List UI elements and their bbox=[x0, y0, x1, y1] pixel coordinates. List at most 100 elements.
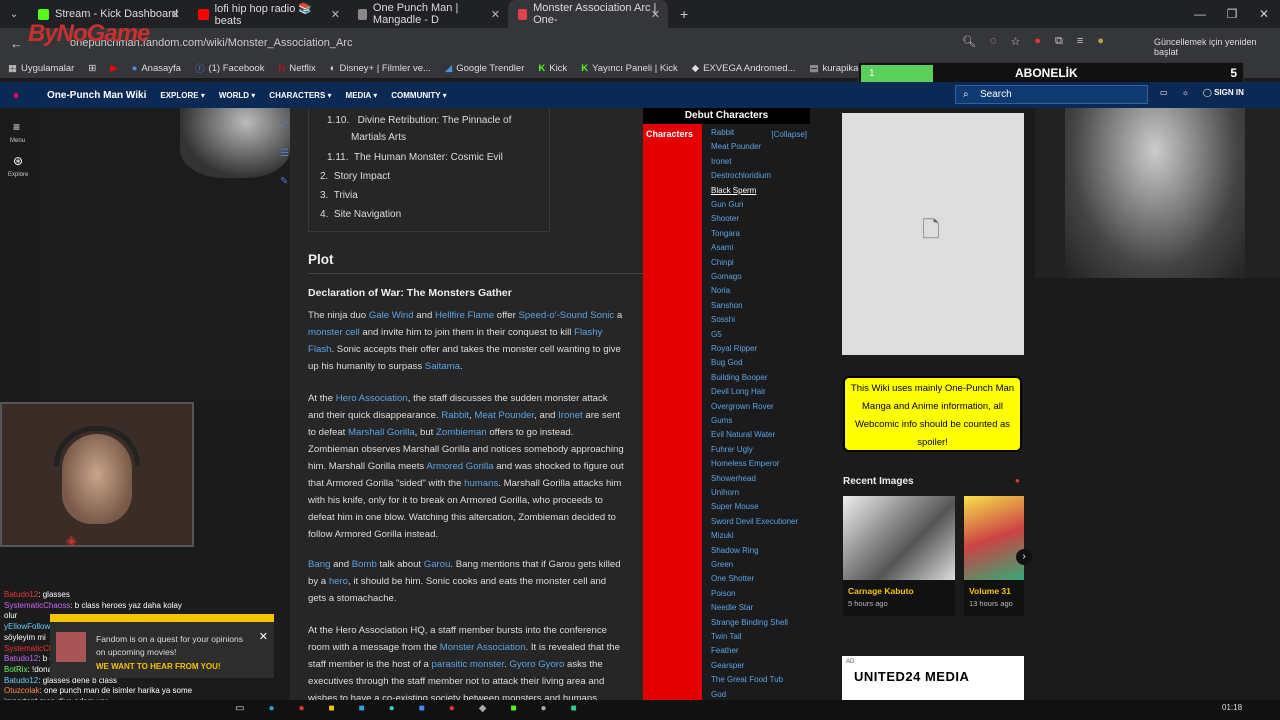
kick-icon[interactable]: ■ bbox=[510, 703, 516, 714]
toc-item[interactable]: 4. Site Navigation bbox=[320, 209, 401, 220]
navbox-character-link[interactable]: Gearsper bbox=[711, 661, 744, 670]
wiki-link[interactable]: hero bbox=[329, 576, 348, 587]
popup-close-icon[interactable]: ✕ bbox=[259, 630, 268, 643]
store-icon[interactable]: ■ bbox=[359, 703, 365, 714]
maximize-icon[interactable]: ❐ bbox=[1216, 0, 1248, 28]
navbox-character-link[interactable]: The Great Food Tub bbox=[711, 675, 783, 684]
recent-image-thumb[interactable] bbox=[843, 496, 955, 580]
toc-item[interactable]: 1.10. Divine Retribution: The Pinnacle o… bbox=[327, 115, 511, 126]
united24-ad[interactable]: AD UNITED24 MEDIA bbox=[842, 656, 1024, 700]
navbox-character-link[interactable]: Homeless Emperor bbox=[711, 459, 779, 468]
app-icon[interactable]: ● bbox=[541, 703, 547, 714]
navbox-character-link[interactable]: One Shotter bbox=[711, 574, 754, 583]
navbox-character-link[interactable]: Asami bbox=[711, 243, 733, 252]
navbox-character-link[interactable]: Fuhrer Ugly bbox=[711, 445, 753, 454]
wiki-link[interactable]: parasitic monster bbox=[432, 659, 505, 670]
edit-pencil-icon[interactable]: ✎ bbox=[280, 176, 288, 187]
compass-icon[interactable]: ⊛ bbox=[13, 154, 23, 168]
popup-cta[interactable]: WE WANT TO HEAR FROM YOU! bbox=[96, 662, 221, 671]
wiki-link[interactable]: humans bbox=[464, 478, 498, 489]
navbox-character-link[interactable]: Mizuki bbox=[711, 531, 734, 540]
navbox-character-link[interactable]: Unihorn bbox=[711, 488, 739, 497]
navbox-collapse-button[interactable]: [Collapse] bbox=[771, 130, 807, 139]
profile-avatar-icon[interactable]: ● bbox=[1097, 35, 1104, 48]
wiki-link[interactable]: Rabbit bbox=[441, 410, 469, 421]
star-icon[interactable]: ☆ bbox=[1011, 35, 1021, 48]
navbox-character-link[interactable]: Royal Ripper bbox=[711, 344, 757, 353]
app-icon[interactable]: ● bbox=[449, 703, 455, 714]
chat-username[interactable]: SystematicChaoss bbox=[4, 601, 70, 610]
bookmark-google-trends[interactable]: ◢ Google Trendler bbox=[445, 63, 524, 74]
wiki-link[interactable]: monster cell bbox=[308, 327, 360, 338]
wiki-link[interactable]: Saitama bbox=[425, 361, 460, 372]
navbox-character-link[interactable]: Bug God bbox=[711, 358, 743, 367]
wiki-link[interactable]: Gyoro Gyoro bbox=[509, 659, 564, 670]
toc-item[interactable]: 2. Story Impact bbox=[320, 171, 390, 182]
update-button[interactable]: Güncellemek için yeniden başlat bbox=[1154, 37, 1280, 57]
wiki-link[interactable]: Gale Wind bbox=[369, 310, 414, 321]
navbox-character-link[interactable]: Black Sperm bbox=[711, 186, 756, 195]
wiki-link[interactable]: Zombieman bbox=[436, 427, 487, 438]
navbox-character-link[interactable]: Chinpi bbox=[711, 258, 734, 267]
bookmark-exvega[interactable]: ◆ EXVEGA Andromed... bbox=[692, 63, 796, 74]
wiki-link[interactable]: Bang bbox=[308, 559, 330, 570]
bookmark-apps[interactable]: ▦ Uygulamalar bbox=[8, 63, 74, 74]
wiki-title[interactable]: One-Punch Man Wiki bbox=[47, 90, 146, 101]
back-icon[interactable]: ← bbox=[10, 36, 23, 51]
close-icon[interactable]: ✕ bbox=[491, 8, 500, 21]
bookmark-netflix[interactable]: N Netflix bbox=[278, 63, 315, 74]
bookmark-disney[interactable]: ◐ Disney+ | Filmler ve... bbox=[330, 63, 431, 74]
navbox-character-link[interactable]: Shadow Ring bbox=[711, 546, 759, 555]
opera-icon[interactable]: ● bbox=[299, 703, 305, 714]
wiki-link[interactable]: Marshall Gorilla bbox=[348, 427, 415, 438]
app-icon[interactable]: ◆ bbox=[479, 703, 487, 714]
toc-item[interactable]: 3. Trivia bbox=[320, 190, 358, 201]
taskbar-clock[interactable]: 01:18 bbox=[1222, 703, 1242, 712]
wiki-link[interactable]: Speed-o'-Sound Sonic bbox=[519, 310, 615, 321]
chat-username[interactable]: Batudo12 bbox=[4, 654, 38, 663]
puzzle-icon[interactable]: ⧉ bbox=[1055, 35, 1063, 48]
navbox-character-link[interactable]: Sanshon bbox=[711, 301, 743, 310]
navbox-character-link[interactable]: Poison bbox=[711, 589, 735, 598]
wiki-link[interactable]: Garou bbox=[424, 559, 451, 570]
navbox-character-link[interactable]: Green bbox=[711, 560, 733, 569]
tab-mangadle[interactable]: One Punch Man | Mangadle - D ✕ bbox=[348, 0, 508, 28]
navbox-character-link[interactable]: Feather bbox=[711, 646, 739, 655]
navbox-character-link[interactable]: Super Mouse bbox=[711, 502, 759, 511]
bookmark-facebook[interactable]: ⓕ (1) Facebook bbox=[195, 61, 265, 76]
navbox-character-link[interactable]: Sosshi bbox=[711, 315, 735, 324]
tab-monster-association[interactable]: Monster Association Arc | One- ✕ bbox=[508, 0, 668, 28]
fandom-flame-icon[interactable]: ♦ bbox=[13, 88, 19, 102]
navbox-character-link[interactable]: Gun Gun bbox=[711, 200, 743, 209]
navbox-character-link[interactable]: Needle Star bbox=[711, 603, 753, 612]
wiki-link[interactable]: Armored Gorilla bbox=[426, 461, 493, 472]
chat-username[interactable]: Otuzcolak bbox=[4, 686, 40, 695]
chat-username[interactable]: Batudo12 bbox=[4, 676, 38, 685]
navbox-character-link[interactable]: Overgrown Rover bbox=[711, 402, 774, 411]
navbox-character-link[interactable]: G5 bbox=[711, 330, 722, 339]
new-tab-icon[interactable]: + bbox=[680, 6, 688, 22]
image-caption[interactable]: Carnage Kabuto bbox=[848, 586, 914, 596]
wiki-link[interactable]: Ironet bbox=[558, 410, 583, 421]
navbox-character-link[interactable]: Showerhead bbox=[711, 474, 756, 483]
toc-item-cont[interactable]: Martials Arts bbox=[351, 132, 406, 143]
wiki-link[interactable]: Flash bbox=[308, 344, 331, 355]
tab-search-icon[interactable]: ⌄ bbox=[0, 9, 28, 20]
bookmark-youtube-icon-only[interactable]: ⊞ bbox=[88, 63, 96, 74]
navbox-character-link[interactable]: Evil Natural Water bbox=[711, 430, 775, 439]
bookmark-kick[interactable]: K Kick bbox=[538, 63, 567, 74]
app-icon[interactable]: ● bbox=[389, 703, 395, 714]
nav-media[interactable]: MEDIA ▾ bbox=[346, 91, 378, 100]
recent-image-thumb[interactable] bbox=[964, 496, 1024, 580]
navbox-character-link[interactable]: Meat Pounder bbox=[711, 142, 761, 151]
nav-characters[interactable]: CHARACTERS ▾ bbox=[269, 91, 331, 100]
close-window-icon[interactable]: ✕ bbox=[1248, 0, 1280, 28]
close-icon[interactable]: ✕ bbox=[651, 8, 660, 21]
wiki-link[interactable]: Hero Association bbox=[336, 393, 408, 404]
navbox-character-link[interactable]: Strange Binding Shell bbox=[711, 618, 788, 627]
close-icon[interactable]: ✕ bbox=[331, 8, 340, 21]
app-icon[interactable]: ■ bbox=[419, 703, 425, 714]
navbox-character-link[interactable]: Devil Long Hair bbox=[711, 387, 766, 396]
chat-username[interactable]: BotRix bbox=[4, 665, 28, 674]
wiki-link[interactable]: Bomb bbox=[352, 559, 377, 570]
